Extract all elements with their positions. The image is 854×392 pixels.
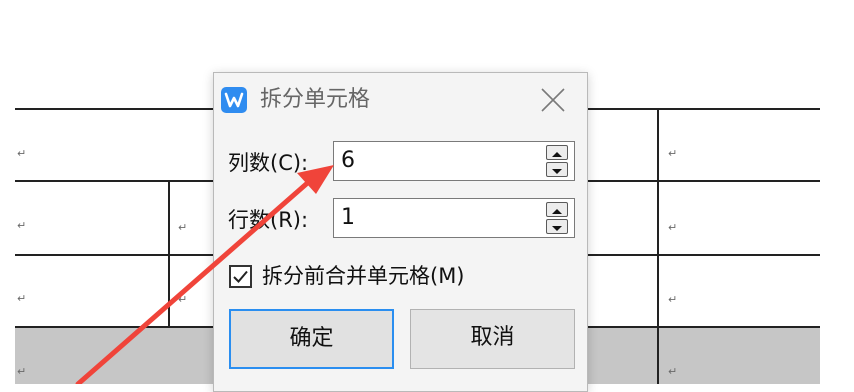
merge-before-split-checkbox[interactable] — [229, 265, 252, 288]
rows-input[interactable]: 1 — [341, 204, 355, 232]
dialog-title: 拆分单元格 — [260, 87, 371, 112]
table-column-divider-right — [657, 108, 659, 384]
paragraph-mark: ↵ — [668, 365, 678, 378]
paragraph-mark: ↵ — [17, 219, 27, 232]
triangle-up-icon — [552, 152, 562, 157]
paragraph-mark: ↵ — [668, 221, 678, 234]
triangle-up-icon — [552, 209, 562, 214]
rows-decrement-button[interactable] — [546, 219, 568, 234]
columns-spinbox[interactable]: 6 — [333, 141, 575, 181]
columns-decrement-button[interactable] — [546, 162, 568, 177]
close-icon — [541, 88, 565, 112]
triangle-down-icon — [552, 169, 562, 174]
paragraph-mark: ↵ — [17, 147, 27, 160]
paragraph-mark: ↵ — [17, 292, 27, 305]
paragraph-mark: ↵ — [668, 293, 678, 306]
close-button[interactable] — [536, 83, 570, 117]
rows-label: 行数(R): — [228, 208, 309, 232]
rows-stepper — [546, 202, 568, 234]
columns-increment-button[interactable] — [546, 145, 568, 160]
columns-label: 列数(C): — [228, 151, 309, 175]
split-cells-dialog: 拆分单元格 列数(C): 6 行数(R): 1 拆分前合并单元格(M) 确定 取… — [213, 72, 588, 392]
checkmark-icon — [233, 270, 248, 283]
paragraph-mark: ↵ — [17, 365, 27, 378]
triangle-down-icon — [552, 226, 562, 231]
columns-stepper — [546, 145, 568, 177]
merge-before-split-label[interactable]: 拆分前合并单元格(M) — [262, 261, 465, 291]
rows-increment-button[interactable] — [546, 202, 568, 217]
paragraph-mark: ↵ — [178, 221, 188, 234]
paragraph-mark: ↵ — [668, 147, 678, 160]
columns-input[interactable]: 6 — [341, 147, 355, 175]
wps-writer-logo-icon — [221, 87, 247, 113]
rows-spinbox[interactable]: 1 — [333, 198, 575, 238]
ok-button[interactable]: 确定 — [229, 309, 394, 369]
cancel-button[interactable]: 取消 — [410, 309, 575, 369]
paragraph-mark: ↵ — [178, 293, 188, 306]
table-column-divider-left — [168, 181, 170, 327]
